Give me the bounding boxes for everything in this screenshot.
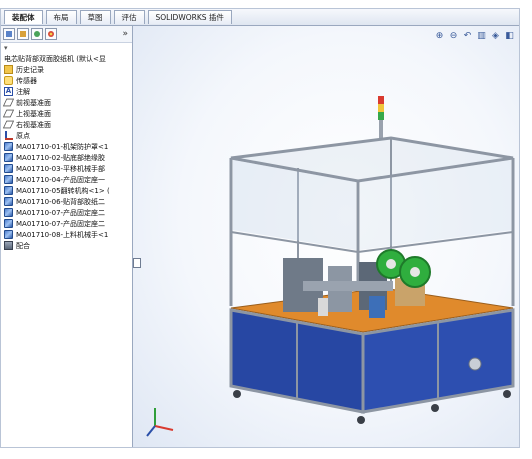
- part-icon: [4, 219, 13, 228]
- tree-item-component[interactable]: MA01710-08-上料机械手<1: [4, 229, 132, 240]
- tab-solidworks-addins[interactable]: SOLIDWORKS 插件: [147, 10, 232, 24]
- tab-evaluate[interactable]: 评估: [113, 10, 145, 24]
- tree-item-component[interactable]: MA01710-04-产品固定座一: [4, 174, 132, 185]
- tree-root-assembly[interactable]: 电芯贴背部双面胶纸机 (默认<显: [4, 53, 132, 64]
- annotation-icon: A: [4, 87, 13, 96]
- tree-item-label: 右视基准面: [16, 120, 51, 129]
- tree-item-label: MA01710-03-平移机械手部: [16, 164, 106, 173]
- part-icon: [4, 175, 13, 184]
- sensor-icon: [4, 76, 13, 85]
- origin-icon: [4, 131, 13, 140]
- part-icon: [4, 153, 13, 162]
- command-tabs: 装配体 布局 草图 评估 SOLIDWORKS 插件: [1, 9, 519, 26]
- plane-icon: [2, 120, 15, 129]
- tree-item-label: MA01710-07-产品固定座二: [16, 219, 106, 228]
- coordinate-triad: [146, 408, 174, 437]
- tree-item-label: 前视基准面: [16, 98, 51, 107]
- part-icon: [4, 230, 13, 239]
- tree-item-mates[interactable]: 配合: [4, 240, 132, 251]
- tab-layout[interactable]: 布局: [45, 10, 77, 24]
- tree-item-sensors[interactable]: 传感器: [4, 75, 132, 86]
- tree-tooltip-edge: [133, 258, 141, 268]
- tree-item-top-plane[interactable]: 上视基准面: [2, 108, 132, 119]
- tree-filter[interactable]: ▾: [1, 43, 132, 53]
- tree-item-label: 配合: [16, 241, 30, 250]
- tree-item-label: 注解: [16, 87, 30, 96]
- tree-item-origin[interactable]: 原点: [4, 130, 132, 141]
- tree-item-label: 传感器: [16, 76, 37, 85]
- feature-tree: 电芯贴背部双面胶纸机 (默认<显 历史记录 传感器 A 注解 前视基准面 上视基…: [1, 53, 132, 251]
- mate-icon: [4, 241, 13, 250]
- filter-icon: ▾: [4, 44, 8, 52]
- feature-tree-icon[interactable]: [3, 28, 15, 40]
- part-icon: [4, 164, 13, 173]
- part-icon: [4, 197, 13, 206]
- tree-item-label: MA01710-07-产品固定座二: [16, 208, 106, 217]
- part-icon: [4, 186, 13, 195]
- tree-item-label: MA01710-02-贴底部绝缘胶: [16, 153, 106, 162]
- tab-sketch[interactable]: 草图: [79, 10, 111, 24]
- tree-item-label: MA01710-06-贴背部胶纸二: [16, 197, 106, 206]
- plane-icon: [2, 109, 15, 118]
- panel-more-button[interactable]: »: [122, 29, 128, 39]
- display-manager-icon[interactable]: [45, 28, 57, 40]
- machine-model: [146, 96, 515, 437]
- tree-item-right-plane[interactable]: 右视基准面: [2, 119, 132, 130]
- tree-item-history[interactable]: 历史记录: [4, 64, 132, 75]
- solidworks-window: 装配体 布局 草图 评估 SOLIDWORKS 插件 » ▾ 电芯贴背部双面胶纸…: [0, 8, 520, 448]
- tree-item-label: MA01710-08-上料机械手<1: [16, 230, 109, 239]
- tree-item-component[interactable]: MA01710-06-贴背部胶纸二: [4, 196, 132, 207]
- part-icon: [4, 208, 13, 217]
- tree-item-front-plane[interactable]: 前视基准面: [2, 97, 132, 108]
- tree-item-component[interactable]: MA01710-03-平移机械手部: [4, 163, 132, 174]
- tree-item-label: MA01710-01-机架防护罩<1: [16, 142, 109, 151]
- tree-item-component[interactable]: MA01710-05翻转机构<1> (: [4, 185, 132, 196]
- tree-item-component[interactable]: MA01710-01-机架防护罩<1: [4, 141, 132, 152]
- tree-item-label: MA01710-05翻转机构<1> (: [16, 186, 110, 195]
- tree-item-label: 原点: [16, 131, 30, 140]
- tab-assembly[interactable]: 装配体: [4, 10, 43, 24]
- tree-item-label: MA01710-04-产品固定座一: [16, 175, 106, 184]
- tree-item-annotations[interactable]: A 注解: [4, 86, 132, 97]
- tree-item-label: 历史记录: [16, 65, 44, 74]
- tree-item-component[interactable]: MA01710-02-贴底部绝缘胶: [4, 152, 132, 163]
- configuration-manager-icon[interactable]: [31, 28, 43, 40]
- feature-manager-panel: » ▾ 电芯贴背部双面胶纸机 (默认<显 历史记录 传感器 A 注解 前视基准面: [1, 26, 133, 447]
- part-icon: [4, 142, 13, 151]
- tree-item-component[interactable]: MA01710-07-产品固定座二: [4, 218, 132, 229]
- plane-icon: [2, 98, 15, 107]
- tree-item-label: 上视基准面: [16, 109, 51, 118]
- property-manager-icon[interactable]: [17, 28, 29, 40]
- signal-tower: [378, 96, 384, 138]
- history-folder-icon: [4, 65, 13, 74]
- graphics-viewport[interactable]: ⊕ ⊖ ↶ ▥ ◈ ◧: [133, 26, 519, 447]
- panel-toolbar: »: [1, 26, 132, 43]
- tree-item-component[interactable]: MA01710-07-产品固定座二: [4, 207, 132, 218]
